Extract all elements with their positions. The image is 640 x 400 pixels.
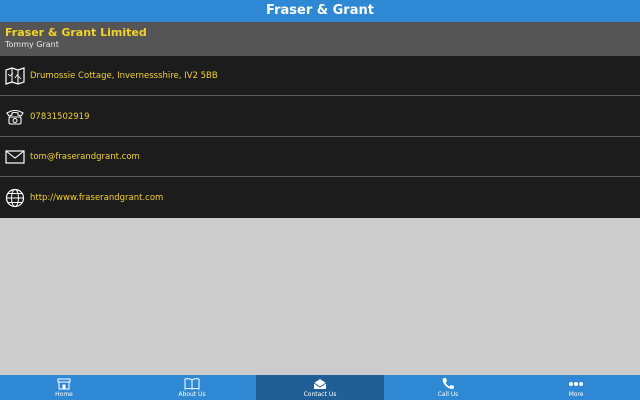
address-row[interactable]: Drumossie Cottage, Invernessshire, IV2 5… xyxy=(0,56,640,96)
tab-call-us-label: Call Us xyxy=(437,391,459,398)
phone-icon xyxy=(5,107,25,127)
tab-home-label: Home xyxy=(55,391,73,398)
globe-icon xyxy=(5,188,25,208)
phone-handset-icon xyxy=(441,377,455,390)
envelope-icon xyxy=(313,377,327,390)
bottom-tab-bar: Home About Us Contact Us Call Us More xyxy=(0,375,640,400)
tab-more-label: More xyxy=(568,391,584,398)
phone-number-text: 07831502919 xyxy=(30,111,90,122)
email-text: tom@fraserandgrant.com xyxy=(30,151,140,162)
more-dots-icon xyxy=(568,377,584,390)
tab-more[interactable]: More xyxy=(512,375,640,400)
tab-contact-us-label: Contact Us xyxy=(303,391,337,398)
phone-row[interactable]: 07831502919 xyxy=(0,97,640,137)
company-contact-name: Tommy Grant xyxy=(5,40,59,49)
website-row[interactable]: http://www.fraserandgrant.com xyxy=(0,178,640,218)
home-icon xyxy=(57,377,71,390)
tab-about-us[interactable]: About Us xyxy=(128,375,256,400)
company-header: Fraser & Grant Limited Tommy Grant xyxy=(0,22,640,56)
book-icon xyxy=(184,377,200,390)
map-icon xyxy=(5,66,25,86)
tab-call-us[interactable]: Call Us xyxy=(384,375,512,400)
mail-icon xyxy=(5,147,25,167)
website-text: http://www.fraserandgrant.com xyxy=(30,193,164,203)
tab-home[interactable]: Home xyxy=(0,375,128,400)
app-title-bar: Fraser & Grant xyxy=(0,0,640,22)
app-title: Fraser & Grant xyxy=(266,3,374,18)
company-name: Fraser & Grant Limited xyxy=(5,26,147,39)
address-text: Drumossie Cottage, Invernessshire, IV2 5… xyxy=(30,70,218,81)
email-row[interactable]: tom@fraserandgrant.com xyxy=(0,137,640,177)
tab-contact-us[interactable]: Contact Us xyxy=(256,375,384,400)
contact-list: Drumossie Cottage, Invernessshire, IV2 5… xyxy=(0,56,640,218)
tab-about-us-label: About Us xyxy=(178,391,206,398)
